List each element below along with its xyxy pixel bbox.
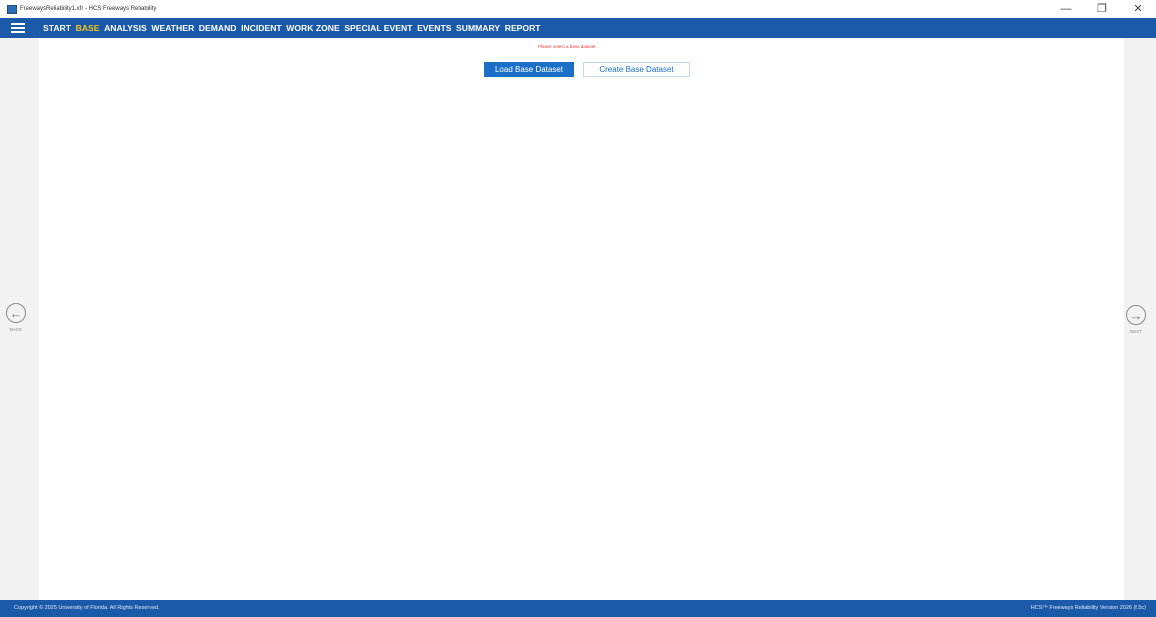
minimize-button[interactable]: — (1048, 0, 1084, 18)
main-menu-bar: START BASE ANALYSIS WEATHER DEMAND INCID… (0, 18, 1156, 38)
back-button[interactable]: ← BACK (6, 303, 26, 332)
load-base-dataset-button[interactable]: Load Base Dataset (484, 62, 574, 77)
title-bar: FreewaysReliability1.xfr - HCS Freeways … (0, 0, 1156, 18)
menu-report[interactable]: REPORT (505, 23, 541, 33)
arrow-right-circle-icon: → (1126, 305, 1146, 325)
menu-analysis[interactable]: ANALYSIS (104, 23, 147, 33)
window-title: FreewaysReliability1.xfr - HCS Freeways … (20, 6, 157, 12)
hamburger-icon[interactable] (11, 23, 25, 33)
menu-events[interactable]: EVENTS (417, 23, 451, 33)
status-footer: Copyright © 2025 University of Florida. … (0, 600, 1156, 617)
restore-button[interactable]: ❐ (1084, 0, 1120, 18)
create-base-dataset-button[interactable]: Create Base Dataset (583, 62, 690, 77)
close-button[interactable]: ✕ (1120, 0, 1156, 18)
warning-message: Please select a base dataset (538, 44, 596, 49)
menu-incident[interactable]: INCIDENT (241, 23, 282, 33)
menu-special-event[interactable]: SPECIAL EVENT (344, 23, 412, 33)
menu-summary[interactable]: SUMMARY (456, 23, 500, 33)
menu-start[interactable]: START (43, 23, 71, 33)
next-label: NEXT (1129, 329, 1142, 334)
menu-work-zone[interactable]: WORK ZONE (286, 23, 339, 33)
arrow-left-circle-icon: ← (6, 303, 26, 323)
menu-demand[interactable]: DEMAND (199, 23, 237, 33)
app-icon (7, 4, 17, 14)
menu-base[interactable]: BASE (76, 23, 100, 33)
menu-weather[interactable]: WEATHER (151, 23, 194, 33)
next-button[interactable]: → NEXT (1126, 305, 1146, 334)
back-label: BACK (9, 327, 23, 332)
main-content-area (39, 38, 1124, 600)
copyright-text: Copyright © 2025 University of Florida. … (14, 605, 160, 611)
window-controls: — ❐ ✕ (1048, 0, 1156, 18)
version-text: HCS™ Freeways Reliability Version 2026 (… (1030, 605, 1146, 611)
